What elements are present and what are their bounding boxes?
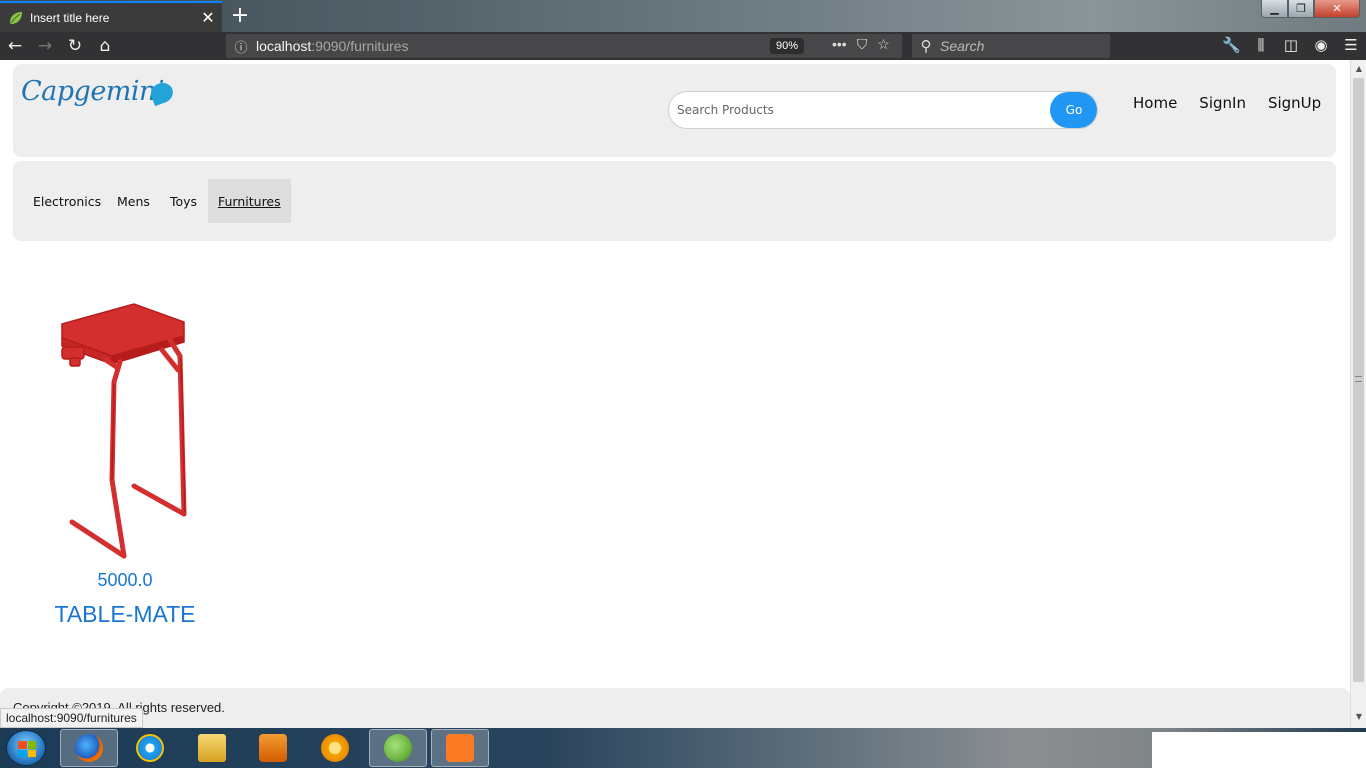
tab-title: Insert title here xyxy=(30,10,110,25)
browser-toolbar: 🔧 ⫼ ◫ ◉ ☰ xyxy=(1222,36,1360,54)
site-info-icon[interactable]: ⓘ xyxy=(226,37,256,56)
top-nav-links: Home SignIn SignUp xyxy=(1133,94,1321,112)
spring-tool-suite-icon xyxy=(384,734,412,762)
category-electronics[interactable]: Electronics xyxy=(23,179,111,223)
pocket-icon[interactable]: ⛉ xyxy=(857,36,868,53)
product-search: Go xyxy=(668,91,1098,129)
notification-area xyxy=(1152,732,1366,768)
product-search-input[interactable] xyxy=(669,92,1049,128)
library-icon[interactable]: ⫼ xyxy=(1252,36,1270,54)
category-toys[interactable]: Toys xyxy=(160,179,207,223)
product-price: 5000.0 xyxy=(97,570,153,590)
signin-link[interactable]: SignIn xyxy=(1199,94,1246,112)
home-icon[interactable]: ⌂ xyxy=(90,36,120,56)
scroll-down-arrow-icon[interactable]: ▼ xyxy=(1351,712,1366,721)
browser-tab[interactable]: Insert title here ✕ xyxy=(0,1,222,32)
home-link[interactable]: Home xyxy=(1133,94,1177,112)
product-name[interactable]: TABLE-MATE xyxy=(40,601,210,628)
category-furnitures[interactable]: Furnitures xyxy=(208,179,291,223)
taskbar-chrome[interactable] xyxy=(306,729,364,767)
spring-leaf-icon xyxy=(10,11,22,24)
url-host: localhost xyxy=(256,38,312,54)
tab-close-icon[interactable]: ✕ xyxy=(198,8,218,27)
browser-navbar: ← → ↻ ⌂ ⓘ localhost:9090/furnitures 90% … xyxy=(0,32,1366,60)
scrollbar-grip-icon xyxy=(1355,376,1362,382)
site-footer: Copyright ©2019. All rights reserved. xyxy=(0,688,1350,728)
close-window-button[interactable]: ✕ xyxy=(1314,0,1360,18)
sidebar-icon[interactable]: ◫ xyxy=(1282,36,1300,54)
vertical-scrollbar[interactable]: ▲ ▼ xyxy=(1350,60,1366,728)
zoom-indicator[interactable]: 90% xyxy=(770,38,805,54)
window-titlebar: Insert title here ✕ + ▁ ❐ ✕ xyxy=(0,0,1366,32)
url-bar[interactable]: ⓘ localhost:9090/furnitures 90% ••• ⛉ ☆ xyxy=(226,34,902,58)
extension-icon[interactable]: ◉ xyxy=(1312,36,1330,54)
scroll-up-arrow-icon[interactable]: ▲ xyxy=(1351,64,1366,73)
reload-icon[interactable]: ↻ xyxy=(60,36,90,56)
browser-search-placeholder: Search xyxy=(940,38,985,54)
taskbar-internet-explorer[interactable] xyxy=(121,729,179,767)
page-viewport: Capgemini Go Home SignIn SignUp Electron… xyxy=(0,60,1350,728)
window-controls: ▁ ❐ ✕ xyxy=(1261,0,1360,18)
page-actions-icon[interactable]: ••• xyxy=(832,36,847,53)
media-player-icon xyxy=(259,734,287,762)
menu-icon[interactable]: ☰ xyxy=(1342,36,1360,54)
forward-icon[interactable]: → xyxy=(30,36,60,56)
url-path: :9090/furnitures xyxy=(311,38,409,54)
windows-taskbar xyxy=(0,728,1366,768)
taskbar-spring-tool-suite[interactable] xyxy=(369,729,427,767)
table-mate-image[interactable] xyxy=(50,300,200,576)
browser-search-bar[interactable]: ⚲ Search xyxy=(912,34,1110,58)
windows-logo-icon xyxy=(18,741,36,757)
minimize-button[interactable]: ▁ xyxy=(1261,0,1288,18)
site-header: Capgemini Go Home SignIn SignUp xyxy=(13,64,1336,157)
xampp-icon xyxy=(446,734,474,762)
status-url-tooltip: localhost:9090/furnitures xyxy=(0,708,143,728)
chrome-icon xyxy=(321,734,349,762)
category-bar: Electronics Mens Toys Furnitures xyxy=(13,161,1336,241)
page-action-icons: ••• ⛉ ☆ xyxy=(832,36,890,53)
maximize-button[interactable]: ❐ xyxy=(1288,0,1314,18)
signup-link[interactable]: SignUp xyxy=(1268,94,1321,112)
search-icon: ⚲ xyxy=(920,38,932,55)
bookmark-star-icon[interactable]: ☆ xyxy=(877,36,890,53)
new-tab-button[interactable]: + xyxy=(228,3,252,28)
start-button[interactable] xyxy=(6,730,46,766)
category-mens[interactable]: Mens xyxy=(107,179,160,223)
taskbar-xampp[interactable] xyxy=(431,729,489,767)
taskbar-media-player[interactable] xyxy=(244,729,302,767)
go-button[interactable]: Go xyxy=(1050,92,1097,128)
firefox-icon xyxy=(75,734,103,762)
file-explorer-icon xyxy=(198,734,226,762)
taskbar-file-explorer[interactable] xyxy=(183,729,241,767)
taskbar-firefox[interactable] xyxy=(60,729,118,767)
internet-explorer-icon xyxy=(136,734,164,762)
capgemini-logo[interactable]: Capgemini xyxy=(21,76,165,107)
back-icon[interactable]: ← xyxy=(0,36,30,56)
wrench-icon[interactable]: 🔧 xyxy=(1222,36,1241,54)
